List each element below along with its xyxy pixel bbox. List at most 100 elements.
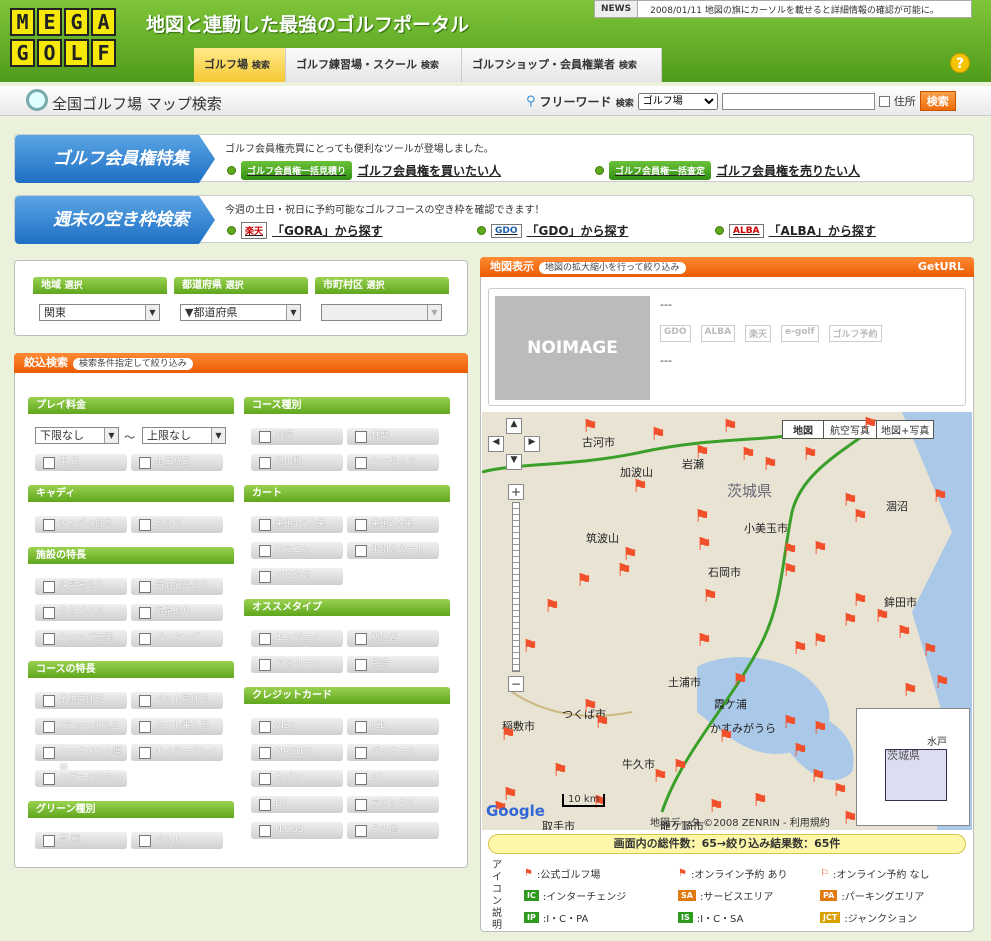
map-type-map[interactable]: 地図 — [783, 421, 824, 438]
sell-link-text[interactable]: ゴルフ会員権を売りたい人 — [716, 162, 860, 179]
golf-course-flag-icon[interactable]: ⚑ — [802, 446, 818, 464]
prefecture-select[interactable]: ▼都道府県 ▼ — [180, 304, 301, 321]
checkbox-diners[interactable]: ダイナース — [347, 744, 439, 761]
city-select[interactable]: ▼ — [321, 304, 442, 321]
checkbox-weekday[interactable]: 平 日 — [35, 454, 127, 471]
price-min-select[interactable]: 下限なし ▼ — [35, 427, 119, 444]
checkbox-amex[interactable]: アメックス — [347, 796, 439, 813]
checkbox-tournament[interactable]: トーナメント開催 — [35, 744, 127, 774]
news-ticker[interactable]: NEWS 2008/01/11 地図の旗にカーソルを載せると詳細情報の確認が可能… — [594, 0, 972, 18]
zoom-in-icon[interactable]: + — [508, 484, 524, 500]
checkbox-cart-4-5[interactable]: 乗用4·5人乗 — [251, 516, 343, 533]
zoom-track[interactable] — [512, 502, 520, 672]
golf-course-flag-icon[interactable]: ⚑ — [782, 714, 798, 732]
golf-course-flag-icon[interactable]: ⚑ — [812, 632, 828, 650]
golf-course-flag-icon[interactable]: ⚑ — [792, 640, 808, 658]
checkbox-push-cart[interactable]: 手引きカート — [347, 542, 439, 559]
golf-course-flag-icon[interactable]: ⚑ — [650, 426, 666, 444]
gora-link[interactable]: 楽天 「GORA」から探す — [227, 222, 383, 239]
golf-course-flag-icon[interactable]: ⚑ — [594, 714, 610, 732]
google-map[interactable]: ▲ ◀ ▶ ▼ + − 地図 航空写真 地図+写真 古河市 加波山 岩瀬 茨城県 涸沼小… — [482, 412, 972, 830]
get-url-link[interactable]: GetURL — [918, 257, 964, 277]
checkbox-saison[interactable]: セゾン — [251, 770, 343, 787]
checkbox-riverside[interactable]: 河川敷 — [251, 454, 343, 471]
checkbox-korai[interactable]: 高 麗 — [35, 832, 127, 849]
checkbox-other-card[interactable]: その他 — [347, 822, 439, 839]
price-max-select[interactable]: 上限なし ▼ — [142, 427, 226, 444]
checkbox-kids[interactable]: 子供同伴可 — [35, 692, 127, 709]
checkbox-enjoy[interactable]: エンジョイ — [251, 630, 343, 647]
freeword-input[interactable] — [721, 92, 875, 110]
golf-course-flag-icon[interactable]: ⚑ — [852, 592, 868, 610]
golf-course-flag-icon[interactable]: ⚑ — [762, 456, 778, 474]
golf-course-flag-icon[interactable]: ⚑ — [740, 446, 756, 464]
checkbox-cart-fairway[interactable]: カート乗入可 — [131, 718, 223, 735]
pan-down-icon[interactable]: ▼ — [506, 454, 522, 470]
checkbox-visa[interactable]: VISA — [251, 718, 343, 735]
golf-course-flag-icon[interactable]: ⚑ — [874, 608, 890, 626]
golf-course-flag-icon[interactable]: ⚑ — [812, 720, 828, 738]
checkbox-athlete[interactable]: アスリート — [251, 656, 343, 673]
checkbox-range[interactable]: 練習場あり — [35, 578, 127, 595]
pan-up-icon[interactable]: ▲ — [506, 418, 522, 434]
checkbox-lodging[interactable]: 宿泊施設あり — [131, 578, 223, 595]
golf-course-flag-icon[interactable]: ⚑ — [552, 762, 568, 780]
golf-course-flag-icon[interactable]: ⚑ — [832, 782, 848, 800]
golf-course-flag-icon[interactable]: ⚑ — [702, 588, 718, 606]
golf-course-flag-icon[interactable]: ⚑ — [576, 572, 592, 590]
map-pan-control[interactable]: ▲ ◀ ▶ ▼ — [488, 418, 542, 472]
checkbox-hills[interactable]: 丘陵 — [251, 428, 343, 445]
zoom-slider[interactable]: + − — [508, 484, 524, 694]
gdo-link[interactable]: GDO 「GDO」から探す — [477, 222, 629, 239]
category-select[interactable]: ゴルフ場 — [637, 92, 718, 110]
zoom-out-icon[interactable]: − — [508, 676, 524, 692]
tab-driving-range[interactable]: ゴルフ練習場・スクール 検索 — [286, 48, 462, 82]
golf-course-flag-icon[interactable]: ⚑ — [782, 562, 798, 580]
golf-course-flag-icon[interactable]: ⚑ — [500, 726, 516, 744]
golf-course-flag-icon[interactable]: ⚑ — [782, 542, 798, 560]
golf-course-flag-icon[interactable]: ⚑ — [896, 624, 912, 642]
checkbox-forest[interactable]: 林間 — [347, 428, 439, 445]
golf-course-flag-icon[interactable]: ⚑ — [632, 478, 648, 496]
buy-link-text[interactable]: ゴルフ会員権を買いたい人 — [357, 162, 501, 179]
checkbox-seaside[interactable]: シーサイド — [347, 454, 439, 471]
address-checkbox[interactable] — [878, 95, 890, 107]
news-text[interactable]: 2008/01/11 地図の旗にカーソルを載せると詳細情報の確認が可能に。 — [638, 3, 939, 16]
checkbox-beginner[interactable]: 初心者 — [347, 630, 439, 647]
weekend-banner-label[interactable]: 週末の空き枠検索 — [15, 196, 215, 244]
map-type-hybrid[interactable]: 地図+写真 — [877, 421, 933, 438]
tab-golf-shop[interactable]: ゴルフショップ・会員権業者 検索 — [462, 48, 662, 82]
checkbox-pets[interactable]: ペット同伴可 — [131, 692, 223, 709]
checkbox-jcb[interactable]: JCB — [347, 718, 439, 735]
checkbox-master[interactable]: MASTER — [251, 744, 343, 761]
checkbox-uc[interactable]: UC — [347, 770, 439, 787]
checkbox-caddie[interactable]: キャディ付き — [35, 516, 127, 533]
golf-course-flag-icon[interactable]: ⚑ — [696, 536, 712, 554]
search-button[interactable]: 検索 — [919, 91, 956, 111]
alba-link[interactable]: ALBA 「ALBA」から探す — [715, 222, 876, 239]
checkbox-club-bus[interactable]: クラブバス — [35, 604, 127, 621]
checkbox-few-hazards[interactable]: ハザード少ない — [35, 770, 127, 787]
golf-course-flag-icon[interactable]: ⚑ — [792, 742, 808, 760]
checkbox-gps[interactable]: GPS付き — [251, 568, 343, 585]
golf-course-flag-icon[interactable]: ⚑ — [694, 444, 710, 462]
golf-course-flag-icon[interactable]: ⚑ — [718, 728, 734, 746]
checkbox-night[interactable]: ナイタープレイ — [131, 744, 223, 761]
golf-course-flag-icon[interactable]: ⚑ — [582, 418, 598, 436]
area-select[interactable]: 関東 ▼ — [39, 304, 160, 321]
gdo-link-text[interactable]: 「GDO」から探す — [527, 222, 629, 239]
membership-sell-link[interactable]: ゴルフ会員権一括査定 ゴルフ会員権を売りたい人 — [595, 161, 860, 180]
golf-course-flag-icon[interactable]: ⚑ — [522, 638, 538, 656]
checkbox-bent[interactable]: ベント — [131, 832, 223, 849]
golf-course-flag-icon[interactable]: ⚑ — [810, 768, 826, 786]
pan-left-icon[interactable]: ◀ — [488, 436, 504, 452]
google-logo[interactable]: Google — [486, 802, 545, 820]
golf-course-flag-icon[interactable]: ⚑ — [842, 612, 858, 630]
help-icon[interactable]: ? — [950, 53, 970, 73]
checkbox-business[interactable]: 接待 — [347, 656, 439, 673]
checkbox-hot-spring[interactable]: 温泉あり — [131, 604, 223, 621]
golf-course-flag-icon[interactable]: ⚑ — [932, 488, 948, 506]
checkbox-remote[interactable]: リモコン — [251, 542, 343, 559]
alba-link-text[interactable]: 「ALBA」から探す — [769, 222, 876, 239]
golf-course-flag-icon[interactable]: ⚑ — [752, 792, 768, 810]
